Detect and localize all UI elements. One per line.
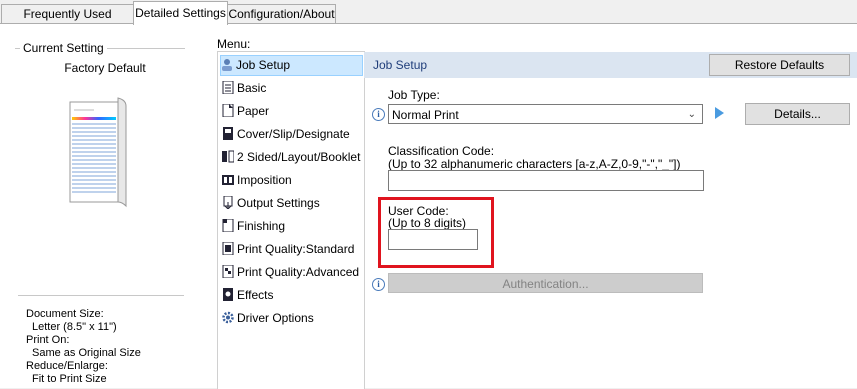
menu-item-label: Print Quality:Advanced <box>237 265 360 279</box>
job-type-select[interactable]: Normal Print ⌄ <box>388 104 703 124</box>
menu-item-finishing[interactable]: Finishing <box>222 216 362 236</box>
reduce-enlarge-label: Reduce/Enlarge: <box>26 360 108 372</box>
menu-item-output-settings[interactable]: Output Settings <box>222 193 362 213</box>
restore-defaults-button[interactable]: Restore Defaults <box>709 54 850 76</box>
classification-code-input[interactable] <box>388 170 704 191</box>
detailed-settings-page: Current Setting Factory Default Document… <box>0 24 857 389</box>
current-setting-summary: Document Size: Letter (8.5" x 11") Print… <box>26 308 141 386</box>
menu-item-label: Job Setup <box>236 58 291 72</box>
current-setting-separator <box>18 295 184 296</box>
menu-item-label: Finishing <box>237 219 286 233</box>
job-type-label: Job Type: <box>388 88 440 102</box>
classification-code-label: Classification Code: <box>388 144 495 158</box>
print-on-label: Print On: <box>26 334 70 346</box>
tab-configuration-about[interactable]: Configuration/About <box>227 4 336 24</box>
menu-item-label: Print Quality:Standard <box>237 242 355 256</box>
tab-frequently-used-settings[interactable]: Frequently Used Settings <box>1 4 134 40</box>
paper-icon <box>222 103 234 118</box>
document-size-label: Document Size: <box>26 308 104 320</box>
menu-item-driver-options[interactable]: Driver Options <box>222 308 362 328</box>
info-icon[interactable]: i <box>372 278 385 291</box>
play-arrow-icon <box>715 107 724 119</box>
effects-icon <box>222 287 234 301</box>
document-icon <box>222 80 234 95</box>
imposition-icon <box>222 172 234 185</box>
menu-item-cover-slip-designate[interactable]: Cover/Slip/Designate <box>222 124 362 144</box>
menu-item-label: Output Settings <box>237 196 320 210</box>
menu-item-2-sided-layout-booklet[interactable]: 2 Sided/Layout/Booklet <box>222 147 362 167</box>
details-button[interactable]: Details... <box>745 103 850 125</box>
user-code-hint: (Up to 8 digits) <box>388 216 467 230</box>
output-icon <box>222 195 234 210</box>
menu-item-imposition[interactable]: Imposition <box>222 170 362 190</box>
panel-title: Job Setup <box>373 58 428 72</box>
print-quality-advanced-icon <box>222 264 234 279</box>
menu-item-basic[interactable]: Basic <box>222 78 362 98</box>
authentication-button[interactable]: Authentication... <box>388 273 703 293</box>
menu-item-effects[interactable]: Effects <box>222 285 362 305</box>
user-code-input[interactable] <box>388 229 478 250</box>
job-type-value: Normal Print <box>392 108 459 122</box>
preset-name: Factory Default <box>64 61 146 75</box>
menu-item-label: Cover/Slip/Designate <box>237 127 350 141</box>
tab-detailed-settings[interactable]: Detailed Settings <box>133 1 228 25</box>
reduce-enlarge-value: Fit to Print Size <box>32 373 107 385</box>
tab-bar: Frequently Used Settings Detailed Settin… <box>0 0 857 40</box>
menu-item-label: Paper <box>237 104 270 118</box>
menu-item-label: Basic <box>237 81 267 95</box>
menu-item-label: 2 Sided/Layout/Booklet <box>237 150 361 164</box>
menu-item-label: Driver Options <box>237 311 314 325</box>
chevron-down-icon: ⌄ <box>687 109 696 120</box>
gear-icon <box>222 310 234 324</box>
finishing-icon <box>222 218 234 233</box>
menu-item-print-quality-standard[interactable]: Print Quality:Standard <box>222 239 362 259</box>
menu-item-print-quality-advanced[interactable]: Print Quality:Advanced <box>222 262 362 282</box>
menu-item-job-setup[interactable]: Job Setup <box>220 55 363 76</box>
menu-item-paper[interactable]: Paper <box>222 101 362 121</box>
current-setting-title: Current Setting <box>20 41 107 55</box>
panel-header: Job Setup Restore Defaults <box>364 52 857 78</box>
menu-list: Job Setup Basic Paper Cover/Slip/Designa… <box>217 51 365 389</box>
classification-code-hint: (Up to 32 alphanumeric characters [a-z,A… <box>388 157 681 171</box>
cover-icon <box>222 126 234 140</box>
duplex-icon <box>222 149 235 163</box>
menu-item-label: Effects <box>237 288 274 302</box>
document-preview-icon <box>69 97 127 208</box>
document-size-value: Letter (8.5" x 11") <box>32 321 117 333</box>
print-on-value: Same as Original Size <box>32 347 141 359</box>
info-icon[interactable]: i <box>372 108 385 121</box>
menu-item-label: Imposition <box>237 173 292 187</box>
print-quality-icon <box>222 241 234 256</box>
menu-label: Menu: <box>217 37 251 51</box>
person-icon <box>221 58 233 71</box>
